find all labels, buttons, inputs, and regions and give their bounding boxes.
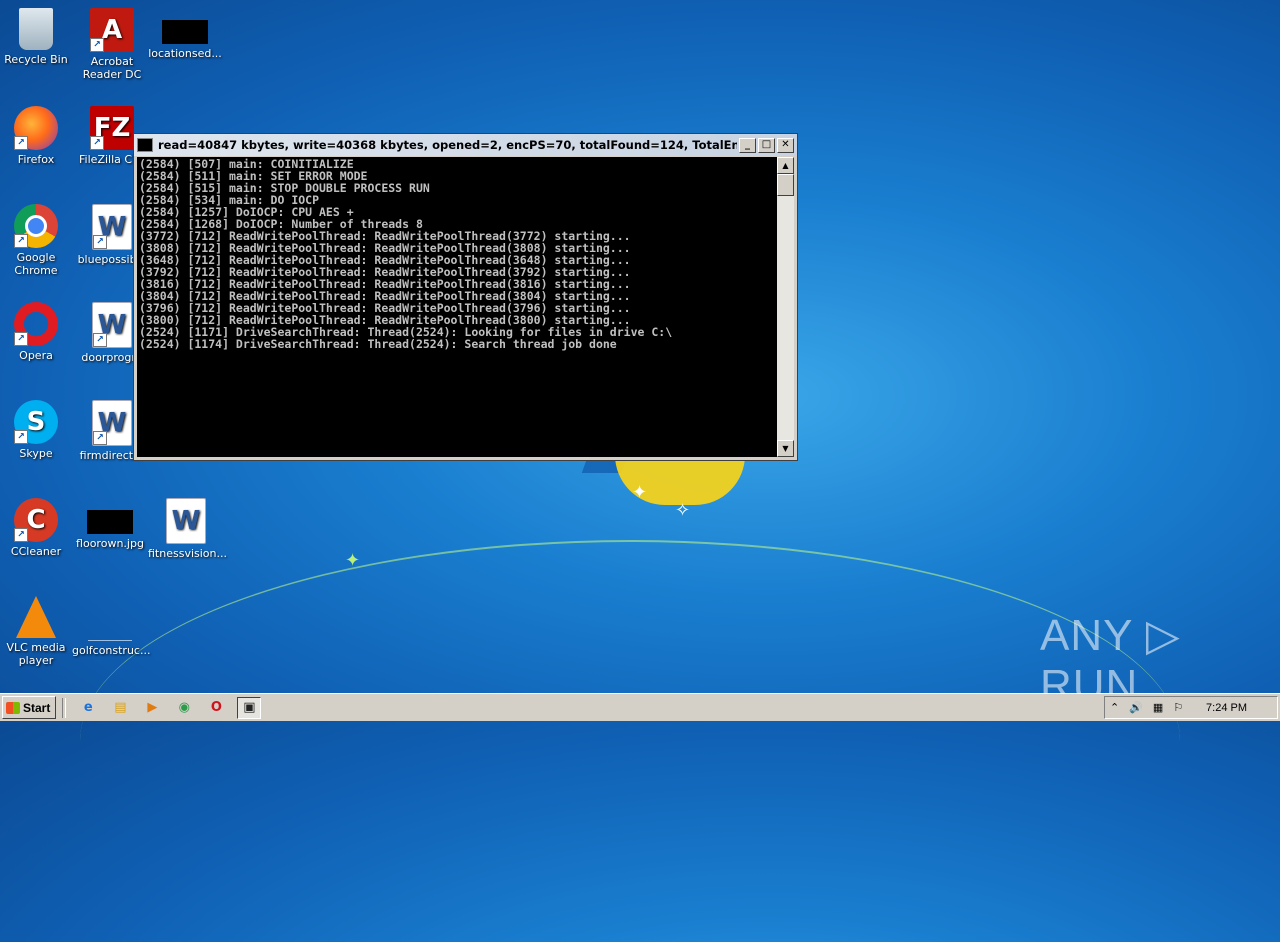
shortcut-arrow-icon: ↗ xyxy=(93,235,107,249)
acrobat-icon: A ↗ xyxy=(90,8,134,52)
icon-label: CCleaner xyxy=(10,545,62,558)
opera-taskbar-icon[interactable]: O xyxy=(205,698,227,718)
word-document-icon: W xyxy=(166,498,206,544)
desktop-icon-vlc[interactable]: VLC media player xyxy=(0,596,74,667)
ccleaner-icon: C ↗ xyxy=(14,498,58,542)
redacted-thumbnail-icon xyxy=(162,20,208,44)
desktop-icon-chrome[interactable]: ↗ Google Chrome xyxy=(0,204,74,277)
shortcut-arrow-icon: ↗ xyxy=(14,234,28,248)
filezilla-icon: FZ ↗ xyxy=(90,106,134,150)
scroll-up-button[interactable]: ▲ xyxy=(777,157,794,174)
desktop-icon-firefox[interactable]: ↗ Firefox xyxy=(0,106,74,166)
word-document-icon: W ↗ xyxy=(92,302,132,348)
window-title: read=40847 kbytes, write=40368 kbytes, o… xyxy=(158,138,737,152)
desktop-icon-recycle-bin[interactable]: Recycle Bin xyxy=(0,8,74,66)
recycle-bin-icon xyxy=(19,8,53,50)
sparkle-icon: ✦ xyxy=(345,550,361,571)
desktop-icon-acrobat[interactable]: A ↗ Acrobat Reader DC xyxy=(74,8,150,81)
media-player-icon[interactable]: ▶ xyxy=(141,698,163,718)
shortcut-arrow-icon: ↗ xyxy=(14,528,28,542)
blank-file-icon xyxy=(88,596,132,641)
maximize-button[interactable]: □ xyxy=(758,137,775,153)
network-icon[interactable]: ▦ xyxy=(1153,701,1163,714)
icon-label: floorown.jpg xyxy=(76,537,144,550)
shortcut-arrow-icon: ↗ xyxy=(14,332,28,346)
start-button[interactable]: Start xyxy=(2,696,57,719)
scroll-thumb[interactable] xyxy=(777,174,794,196)
desktop-icon-golfconstruc[interactable]: golfconstruc... xyxy=(72,596,151,657)
desktop-icon-skype[interactable]: S ↗ Skype xyxy=(0,400,74,460)
console-app-icon xyxy=(137,138,153,152)
internet-explorer-icon[interactable]: e xyxy=(77,698,99,718)
desktop-icon-ccleaner[interactable]: C ↗ CCleaner xyxy=(0,498,74,558)
shortcut-arrow-icon: ↗ xyxy=(14,430,28,444)
icon-label: Skype xyxy=(19,447,53,460)
action-center-flag-icon[interactable]: ⚐ xyxy=(1173,701,1183,714)
desktop-icon-fitnessvision[interactable]: W fitnessvision... xyxy=(148,498,227,560)
shortcut-arrow-icon: ↗ xyxy=(93,333,107,347)
desktop-icon-floorown[interactable]: floorown.jpg xyxy=(72,498,148,550)
chrome-taskbar-icon[interactable]: ◉ xyxy=(173,698,195,718)
system-tray: ⌃ 🔊 ▦ ⚐ 7:24 PM xyxy=(1104,696,1278,719)
shortcut-arrow-icon: ↗ xyxy=(93,431,107,445)
close-button[interactable]: ✕ xyxy=(777,137,794,153)
volume-icon[interactable]: 🔊 xyxy=(1129,701,1143,714)
vlc-cone-icon xyxy=(16,596,56,638)
minimize-button[interactable]: _ xyxy=(739,137,756,153)
shortcut-arrow-icon: ↗ xyxy=(90,38,104,52)
desktop-icon-locationsed[interactable]: locationsed... xyxy=(147,8,223,60)
file-explorer-icon[interactable]: ▤ xyxy=(109,698,131,718)
icon-label: locationsed... xyxy=(148,47,222,60)
opera-icon: ↗ xyxy=(14,302,58,346)
icon-label: Firefox xyxy=(17,153,55,166)
firefox-icon: ↗ xyxy=(14,106,58,150)
shortcut-arrow-icon: ↗ xyxy=(14,136,28,150)
windows-logo-icon xyxy=(6,701,20,714)
sparkle-icon: ✦ xyxy=(632,482,648,503)
icon-label: Opera xyxy=(19,349,53,362)
icon-label: Google Chrome xyxy=(14,251,58,277)
wallpaper-light-arc xyxy=(80,540,1180,942)
window-titlebar[interactable]: read=40847 kbytes, write=40368 kbytes, o… xyxy=(134,134,797,156)
scroll-down-button[interactable]: ▼ xyxy=(777,440,794,457)
word-document-icon: W ↗ xyxy=(92,204,132,250)
console-line: (2524) [1174] DriveSearchThread: Thread(… xyxy=(139,337,617,351)
tray-expand-icon[interactable]: ⌃ xyxy=(1110,701,1119,714)
skype-icon: S ↗ xyxy=(14,400,58,444)
console-taskbar-button[interactable]: ▣ xyxy=(237,696,262,719)
word-document-icon: W ↗ xyxy=(92,400,132,446)
clock[interactable]: 7:24 PM xyxy=(1206,702,1247,714)
icon-label: golfconstruc... xyxy=(72,644,151,657)
shortcut-arrow-icon: ↗ xyxy=(90,136,104,150)
taskbar-separator xyxy=(62,697,67,718)
icon-label: VLC media player xyxy=(6,641,66,667)
icon-label: Recycle Bin xyxy=(4,53,68,66)
icon-label: Acrobat Reader DC xyxy=(82,55,142,81)
console-window[interactable]: read=40847 kbytes, write=40368 kbytes, o… xyxy=(133,133,798,461)
vertical-scrollbar[interactable]: ▲ ▼ xyxy=(777,157,794,457)
taskbar: Start e ▤ ▶ ◉ O ▣ ⌃ 🔊 ▦ ⚐ 7:24 PM xyxy=(0,693,1280,721)
redacted-thumbnail-icon xyxy=(87,510,133,534)
sparkle-icon: ✧ xyxy=(675,500,691,521)
desktop-icon-opera[interactable]: ↗ Opera xyxy=(0,302,74,362)
chrome-icon: ↗ xyxy=(14,204,58,248)
icon-label: fitnessvision... xyxy=(148,547,227,560)
console-output[interactable]: (2584) [507] main: COINITIALIZE (2584) [5… xyxy=(137,157,777,457)
